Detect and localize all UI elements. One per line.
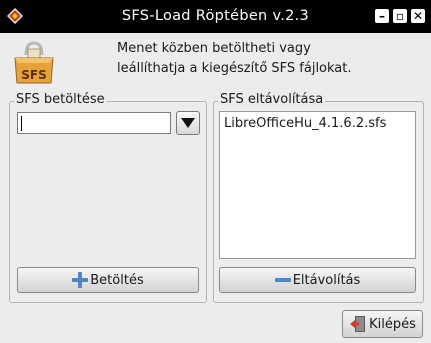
loaded-sfs-list[interactable]: LibreOfficeHu_4.1.6.2.sfs bbox=[219, 111, 416, 259]
load-button[interactable]: Betöltés bbox=[17, 267, 199, 293]
close-icon: ✕ bbox=[412, 9, 424, 23]
header-description: Menet közben betöltheti vagy leállíthatj… bbox=[117, 39, 352, 79]
file-dropdown-button[interactable] bbox=[176, 111, 200, 135]
chevron-down-icon bbox=[181, 118, 195, 128]
minus-icon bbox=[274, 272, 291, 288]
minimize-icon: – bbox=[379, 9, 385, 23]
header-line-2: leállíthatja a kiegészítő SFS fájlokat. bbox=[117, 61, 352, 76]
load-frame-title: SFS betöltése bbox=[14, 92, 107, 107]
sfs-file-entry[interactable] bbox=[17, 112, 171, 134]
maximize-button[interactable]: ▫ bbox=[393, 9, 407, 23]
sfs-icon-label: SFS bbox=[21, 68, 46, 82]
sfs-package-icon: SFS bbox=[14, 41, 54, 84]
exit-door-icon bbox=[350, 316, 366, 332]
unload-button-label: Eltávolítás bbox=[292, 272, 361, 288]
exit-button[interactable]: Kilépés bbox=[342, 310, 423, 338]
title-bar[interactable]: SFS-Load Röptében v.2.3 – ▫ ✕ bbox=[0, 0, 431, 33]
header-line-1: Menet közben betöltheti vagy bbox=[117, 41, 311, 56]
unload-frame-title: SFS eltávolítása bbox=[218, 92, 326, 107]
minimize-button[interactable]: – bbox=[375, 9, 389, 23]
list-item[interactable]: LibreOfficeHu_4.1.6.2.sfs bbox=[224, 116, 386, 131]
close-button[interactable]: ✕ bbox=[411, 9, 425, 23]
text-caret bbox=[21, 116, 22, 131]
plus-icon bbox=[72, 272, 89, 288]
load-button-label: Betöltés bbox=[90, 272, 144, 288]
unload-button[interactable]: Eltávolítás bbox=[219, 267, 416, 293]
window-title: SFS-Load Röptében v.2.3 bbox=[121, 8, 310, 24]
exit-button-label: Kilépés bbox=[369, 316, 416, 332]
app-window: SFS-Load Röptében v.2.3 – ▫ ✕ SFS Menet … bbox=[0, 0, 431, 343]
maximize-icon: ▫ bbox=[395, 9, 405, 23]
